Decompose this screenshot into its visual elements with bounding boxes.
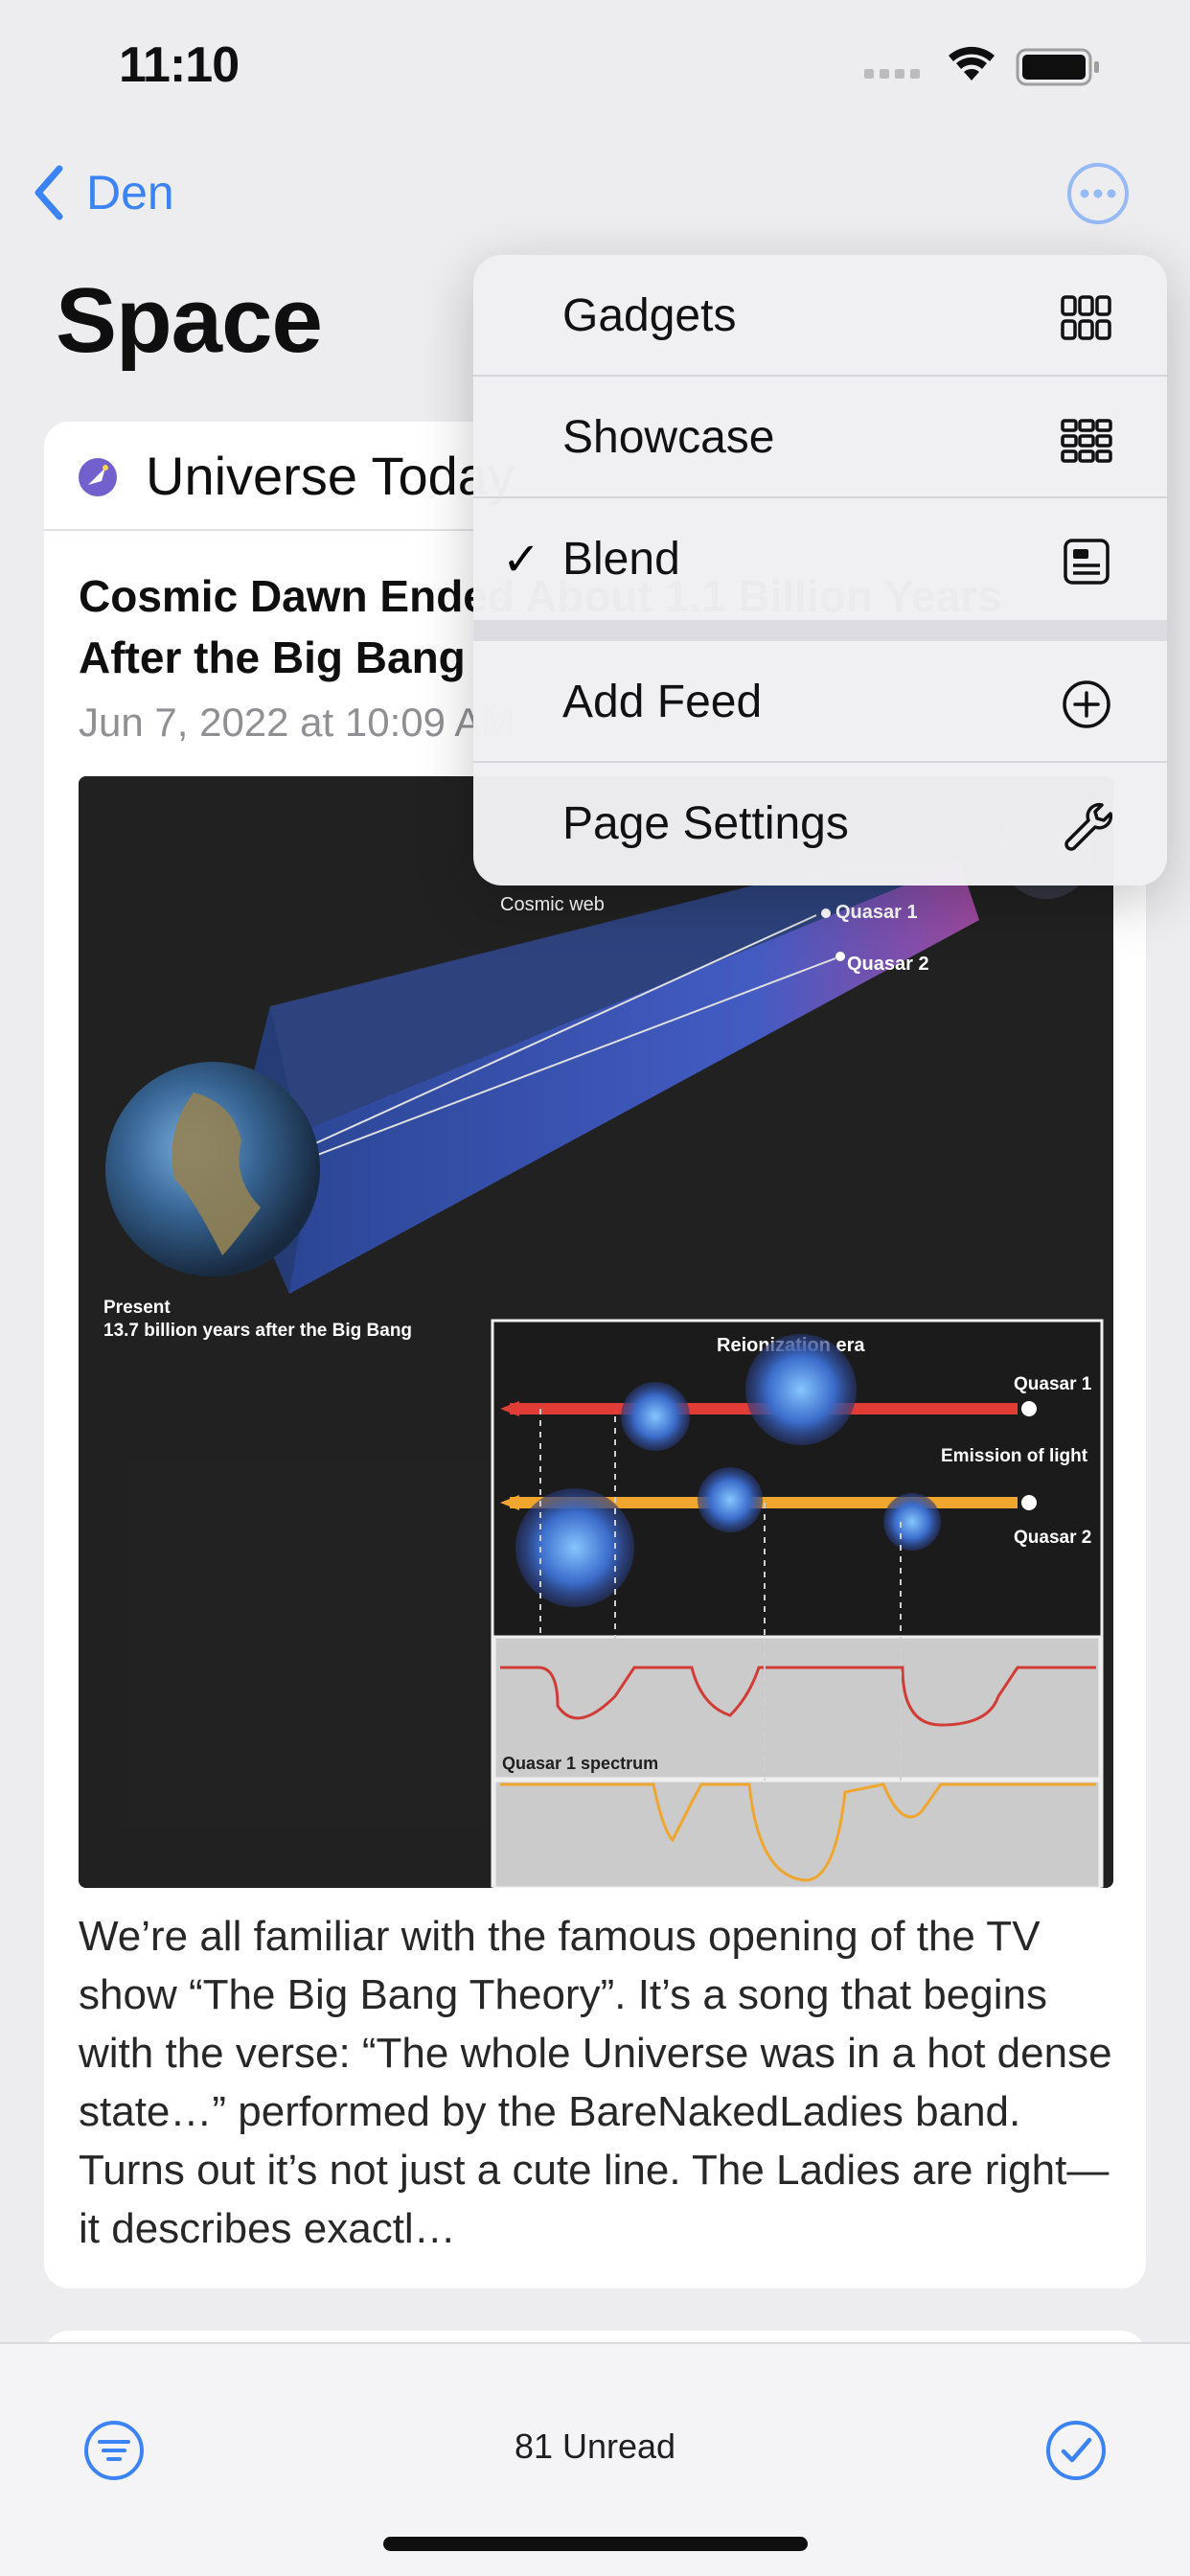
checkmark-icon: ✓ xyxy=(502,535,541,586)
article-icon xyxy=(1064,539,1110,585)
menu-item-blend[interactable]: ✓ Blend xyxy=(473,498,1167,620)
menu-item-showcase[interactable]: Showcase xyxy=(473,377,1167,498)
menu-item-add-feed[interactable]: Add Feed xyxy=(473,641,1167,763)
menu-item-label: Showcase xyxy=(562,412,775,463)
menu-item-label: Gadgets xyxy=(562,290,737,341)
menu-separator xyxy=(473,620,1167,641)
menu-item-label: Blend xyxy=(562,534,680,585)
menu-item-label: Add Feed xyxy=(562,677,763,727)
plus-circle-icon xyxy=(1063,680,1110,728)
menu-item-page-settings[interactable]: Page Settings xyxy=(473,763,1167,885)
wrench-icon xyxy=(1064,802,1113,851)
page-options-menu: Gadgets Showcase ✓ Blend Add Feed Page S… xyxy=(473,255,1167,886)
grid-4x2-icon xyxy=(1061,419,1112,463)
grid-3x2-icon xyxy=(1061,295,1111,340)
menu-item-label: Page Settings xyxy=(562,798,849,849)
menu-item-gadgets[interactable]: Gadgets xyxy=(473,255,1167,377)
